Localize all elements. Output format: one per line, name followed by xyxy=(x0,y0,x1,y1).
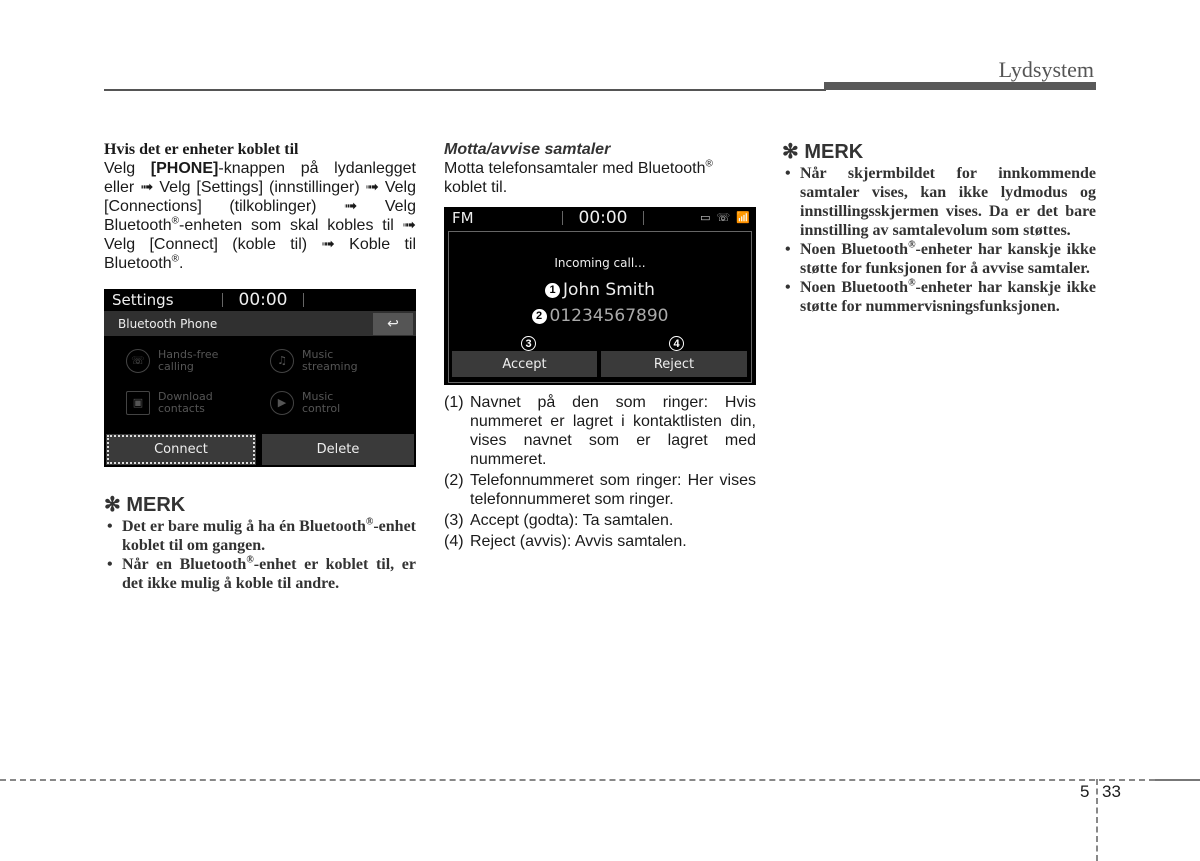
call-panel: Incoming call... 1 John Smith 2 0123456789… xyxy=(448,231,752,383)
caller-number: 01234567890 xyxy=(549,306,669,326)
footer-dashed-rule xyxy=(0,779,1155,781)
note-item: Når en Bluetooth®-enhet er koblet til, e… xyxy=(104,555,416,593)
menu-item-music-control[interactable]: ▶ Music control xyxy=(270,391,340,415)
accept-button[interactable]: Accept xyxy=(452,351,597,377)
menu-item-download-contacts[interactable]: ▣ Download contacts xyxy=(126,391,213,415)
note-list: Det er bare mulig å ha én Bluetooth®-enh… xyxy=(104,517,416,593)
note-item: Noen Bluetooth®-enheter har kanskje ikke… xyxy=(782,240,1096,278)
callout-4: 4 xyxy=(669,336,684,351)
column-3: ✻ MERK Når skjermbildet for innkommende … xyxy=(782,140,1096,316)
subheading: Motta/avvise samtaler xyxy=(444,141,611,158)
subtitle: Bluetooth Phone xyxy=(118,316,218,331)
connect-button[interactable]: Connect xyxy=(106,434,256,465)
subheading: Hvis det er enheter koblet til xyxy=(104,141,299,158)
list-item: (4) Reject (avvis): Avvis samtalen. xyxy=(444,533,687,550)
note-title: ✻ MERK xyxy=(782,141,864,163)
footer-vertical-rule xyxy=(1096,779,1098,861)
incoming-label: Incoming call... xyxy=(554,256,646,270)
column-2: Motta/avvise samtaler Motta telefonsamta… xyxy=(444,140,756,553)
note-title: ✻ MERK xyxy=(104,494,186,516)
list-item: (1) Navnet på den som ringer: Hvis nummer… xyxy=(444,394,756,468)
status-icons: ▭ ☏ 📶 xyxy=(700,211,750,224)
back-button[interactable]: ↩ xyxy=(373,312,413,335)
header-bar xyxy=(824,82,1096,90)
note-list: Når skjermbildet for innkommende samtale… xyxy=(782,164,1096,316)
bluetooth-phone-icon: ☏ xyxy=(716,211,731,224)
settings-screen: Settings 00:00 Bluetooth Phone ↩ ☏ Hands… xyxy=(104,289,416,467)
clock: 00:00 xyxy=(578,208,628,228)
list-item: (3) Accept (godta): Ta samtalen. xyxy=(444,512,674,529)
mode-label: Settings xyxy=(112,291,174,309)
intro-paragraph: Motta telefonsamtaler med Bluetooth® kob… xyxy=(444,158,713,196)
list-item: (2) Telefonnummeret som ringer: Her vises… xyxy=(444,472,756,508)
bluetooth-music-icon: ♫ xyxy=(270,349,294,373)
clock: 00:00 xyxy=(238,290,288,310)
screen-subtitle-bar: Bluetooth Phone ↩ xyxy=(104,311,416,336)
signal-icon: 📶 xyxy=(736,211,750,224)
menu-item-hands-free[interactable]: ☏ Hands-free calling xyxy=(126,349,218,373)
note-item: Noen Bluetooth®-enheter har kanskje ikke… xyxy=(782,278,1096,316)
callout-2: 2 xyxy=(531,308,547,324)
reject-button[interactable]: Reject xyxy=(601,351,747,377)
explanation-list: (1) Navnet på den som ringer: Hvis nummer… xyxy=(444,393,756,551)
caller-name-row: 1 John Smith xyxy=(449,280,751,300)
note-item: Det er bare mulig å ha én Bluetooth®-enh… xyxy=(104,517,416,555)
play-icon: ▶ xyxy=(270,391,294,415)
column-1: Hvis det er enheter koblet til Velg [PHO… xyxy=(104,140,416,593)
footer-solid-rule xyxy=(1155,779,1200,781)
battery-icon: ▭ xyxy=(700,211,711,224)
caller-name: John Smith xyxy=(563,280,655,300)
phone-icon: ☏ xyxy=(126,349,150,373)
contacts-icon: ▣ xyxy=(126,391,150,415)
delete-button[interactable]: Delete xyxy=(262,434,414,465)
note-item: Når skjermbildet for innkommende samtale… xyxy=(782,164,1096,240)
caller-number-row: 2 01234567890 xyxy=(449,306,751,326)
screen-status-bar: Settings 00:00 xyxy=(104,289,416,311)
chapter-number: 5 xyxy=(1080,782,1090,801)
callout-1: 1 xyxy=(545,282,561,298)
back-icon: ↩ xyxy=(387,315,399,332)
instruction-paragraph: Velg [PHONE]-knappen på lydanlegget elle… xyxy=(104,160,417,272)
section-title: Lydsystem xyxy=(998,57,1094,82)
callout-3: 3 xyxy=(521,336,536,351)
mode-label: FM xyxy=(452,209,474,227)
incoming-call-screen: FM 00:00 ▭ ☏ 📶 Incoming call... 1 John Sm… xyxy=(444,207,756,385)
menu-item-music-streaming[interactable]: ♫ Music streaming xyxy=(270,349,358,373)
header-rule xyxy=(104,89,826,91)
page-number: 33 xyxy=(1102,782,1121,801)
